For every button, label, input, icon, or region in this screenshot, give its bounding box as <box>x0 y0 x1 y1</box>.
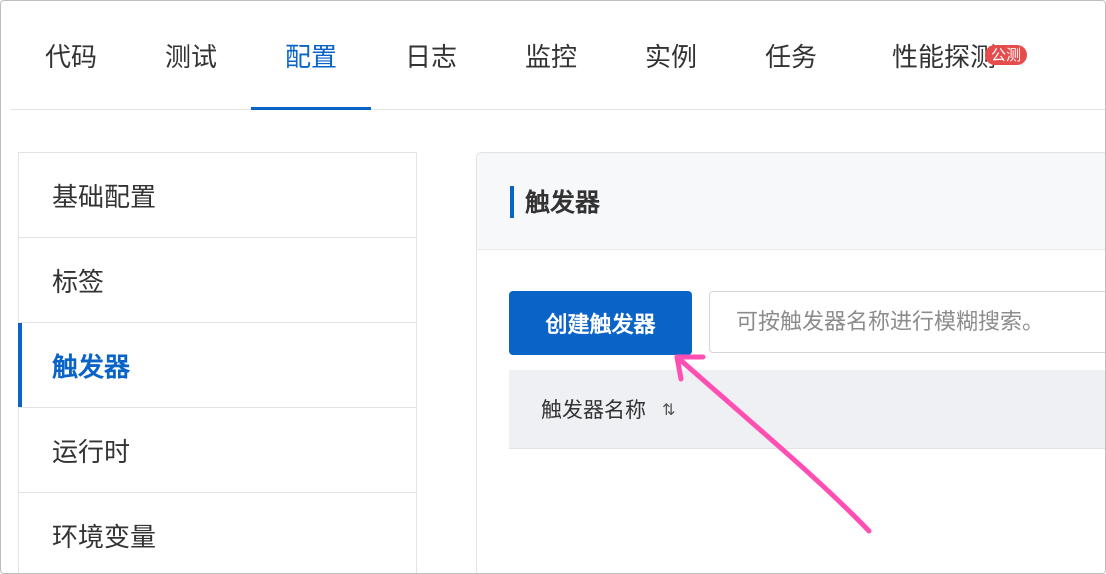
create-trigger-button[interactable]: 创建触发器 <box>509 291 692 355</box>
menu-item-env-vars[interactable]: 环境变量 <box>19 493 416 573</box>
tab-config[interactable]: 配置 <box>251 1 371 110</box>
top-tab-bar: 代码 测试 配置 日志 监控 实例 任务 性能探测 <box>11 1 1105 110</box>
menu-item-triggers[interactable]: 触发器 <box>18 323 416 408</box>
menu-item-tags[interactable]: 标签 <box>19 238 416 323</box>
title-accent-bar <box>510 186 514 218</box>
config-side-menu: 基础配置 标签 触发器 运行时 环境变量 <box>18 152 417 573</box>
beta-badge: 公测 <box>985 45 1028 65</box>
panel-header: 触发器 <box>477 153 1105 250</box>
tab-code[interactable]: 代码 <box>11 1 131 109</box>
tab-instances[interactable]: 实例 <box>611 1 731 109</box>
tab-test[interactable]: 测试 <box>131 1 251 109</box>
tab-logs[interactable]: 日志 <box>371 1 491 109</box>
tab-tasks[interactable]: 任务 <box>731 1 851 109</box>
triggers-table-header: 触发器名称 ⇅ <box>509 370 1105 449</box>
menu-item-basic-config[interactable]: 基础配置 <box>19 153 416 238</box>
menu-item-runtime[interactable]: 运行时 <box>19 408 416 493</box>
panel-title: 触发器 <box>525 188 601 217</box>
triggers-panel: 触发器 <box>476 152 1105 573</box>
trigger-search-input[interactable] <box>709 291 1105 353</box>
tab-monitor[interactable]: 监控 <box>491 1 611 109</box>
app-window: 代码 测试 配置 日志 监控 实例 任务 性能探测 公测 基础配置 标签 触发器… <box>0 0 1106 574</box>
column-header-trigger-name: 触发器名称 <box>541 398 646 422</box>
sort-arrows-icon[interactable]: ⇅ <box>662 400 675 419</box>
